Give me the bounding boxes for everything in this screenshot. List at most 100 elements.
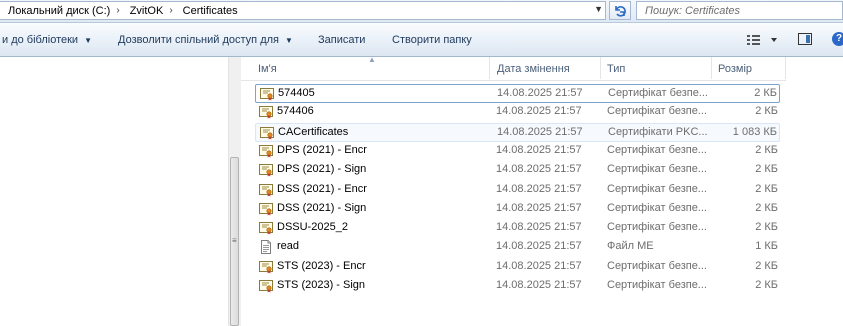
- share-with-label: Дозволити спільний доступ для: [118, 34, 279, 46]
- file-name: DPS (2021) - Encr: [277, 143, 367, 156]
- file-type: Сертифікат безпе...: [607, 105, 707, 118]
- breadcrumb-separator-icon[interactable]: ›: [167, 5, 174, 16]
- file-name: DPS (2021) - Sign: [277, 163, 367, 176]
- file-row[interactable]: DSSU-2025_2 14.08.2025 21:57 Сертифікат бе…: [255, 219, 780, 238]
- nav-scrollbar[interactable]: ≡: [228, 57, 241, 326]
- file-name: STS (2023) - Encr: [277, 259, 366, 272]
- file-type: Сертифікати PKC...: [608, 125, 708, 138]
- file-row[interactable]: STS (2023) - Encr 14.08.2025 21:57 Сертифі…: [255, 258, 780, 277]
- file-name: STS (2023) - Sign: [277, 279, 366, 291]
- file-size: 2 КБ: [755, 201, 778, 214]
- refresh-icon: [615, 5, 626, 17]
- file-date-modified: 14.08.2025 21:57: [497, 125, 583, 138]
- file-size: 2 КБ: [755, 163, 778, 176]
- certificate-icon: [260, 126, 274, 140]
- file-name: read: [277, 240, 300, 253]
- file-name: CACertificates: [278, 125, 349, 138]
- file-type: Сертифікат безпе...: [607, 279, 707, 291]
- navigation-pane[interactable]: [0, 57, 228, 326]
- file-row[interactable]: CACertificates 14.08.2025 21:57 Сертифікат…: [255, 122, 780, 142]
- file-size: 1 083 КБ: [732, 125, 777, 138]
- file-name: 574405: [278, 87, 315, 99]
- burn-button[interactable]: Записати: [318, 32, 365, 48]
- grip-icon: ≡: [232, 236, 237, 245]
- file-date-modified: 14.08.2025 21:57: [496, 182, 582, 195]
- file-row[interactable]: 574405 14.08.2025 21:57 Сертифікат безпе..…: [255, 84, 780, 103]
- include-in-library-label: и до бібліотеки: [2, 34, 79, 46]
- file-row[interactable]: read 14.08.2025 21:57 Файл ME 1 КБ: [255, 238, 780, 257]
- certificate-icon: [259, 183, 273, 197]
- column-headers: ▲ Ім'я Дата змінення Тип Розмір: [241, 55, 786, 81]
- sort-ascending-icon: ▲: [368, 55, 376, 64]
- certificate-icon: [259, 221, 273, 235]
- column-header-date[interactable]: Дата змінення: [497, 62, 570, 76]
- file-row[interactable]: DSS (2021) - Sign 14.08.2025 21:57 Сертифі…: [255, 200, 780, 219]
- search-box[interactable]: [636, 1, 843, 20]
- search-input[interactable]: [645, 3, 835, 18]
- file-type: Файл ME: [607, 240, 654, 253]
- file-row[interactable]: DSS (2021) - Encr 14.08.2025 21:57 Сертифі…: [255, 181, 780, 200]
- share-with-button[interactable]: Дозволити спільний доступ для ▼: [118, 32, 293, 48]
- certificate-icon: [259, 144, 273, 158]
- file-date-modified: 14.08.2025 21:57: [496, 143, 582, 156]
- view-details-icon: [747, 35, 777, 45]
- breadcrumb-certificates[interactable]: Certificates: [175, 5, 242, 17]
- file-name: 574406: [277, 105, 314, 118]
- file-date-modified: 14.08.2025 21:57: [496, 201, 582, 214]
- refresh-button[interactable]: [609, 1, 631, 20]
- file-name: DSSU-2025_2: [277, 221, 348, 234]
- file-name: DSS (2021) - Sign: [277, 201, 367, 214]
- certificate-icon: [259, 202, 273, 216]
- file-row[interactable]: DPS (2021) - Sign 14.08.2025 21:57 Сертифі…: [255, 161, 780, 180]
- file-size: 2 КБ: [755, 105, 778, 118]
- file-type: Сертифікат безпе...: [607, 259, 707, 272]
- file-date-modified: 14.08.2025 21:57: [496, 221, 582, 234]
- address-bar: Локальний диск (C:) › ZvitOK › Certifica…: [0, 0, 843, 23]
- help-icon[interactable]: ?: [832, 32, 843, 46]
- breadcrumb[interactable]: Локальний диск (C:) › ZvitOK › Certifica…: [0, 1, 606, 20]
- file-date-modified: 14.08.2025 21:57: [496, 259, 582, 272]
- scrollbar-thumb[interactable]: ≡: [230, 157, 239, 326]
- file-size: 1 КБ: [755, 240, 778, 253]
- file-row[interactable]: STS (2023) - Sign 14.08.2025 21:57 Сертифі…: [255, 277, 780, 296]
- column-divider[interactable]: [711, 57, 712, 79]
- file-date-modified: 14.08.2025 21:57: [496, 105, 582, 118]
- document-icon: [259, 240, 273, 255]
- breadcrumb-separator-icon[interactable]: ›: [114, 5, 121, 16]
- column-header-type[interactable]: Тип: [607, 62, 625, 76]
- file-size: 2 КБ: [755, 259, 778, 272]
- file-type: Сертифікат безпе...: [607, 182, 707, 195]
- file-date-modified: 14.08.2025 21:57: [497, 87, 583, 99]
- file-size: 2 КБ: [754, 87, 777, 99]
- breadcrumb-zvitok[interactable]: ZvitOK: [122, 5, 168, 17]
- file-name: DSS (2021) - Encr: [277, 182, 367, 195]
- file-type: Сертифікат безпе...: [607, 163, 707, 176]
- file-date-modified: 14.08.2025 21:57: [496, 240, 582, 253]
- file-size: 2 КБ: [755, 279, 778, 291]
- column-header-name[interactable]: Ім'я: [258, 62, 277, 76]
- file-type: Сертифікат безпе...: [607, 221, 707, 234]
- column-header-size[interactable]: Розмір: [718, 62, 752, 76]
- preview-pane-button[interactable]: [798, 33, 812, 45]
- breadcrumb-local-disk[interactable]: Локальний диск (C:): [0, 5, 114, 17]
- column-divider[interactable]: [489, 57, 490, 79]
- chevron-down-icon[interactable]: ▼: [594, 4, 603, 14]
- certificate-icon: [259, 260, 273, 274]
- chevron-down-icon: ▼: [84, 36, 92, 45]
- file-list[interactable]: ▲ Ім'я Дата змінення Тип Розмір 574405 14…: [241, 55, 843, 326]
- command-bar: и до бібліотеки ▼ Дозволити спільний дост…: [0, 23, 843, 57]
- column-divider[interactable]: [785, 57, 786, 79]
- file-row[interactable]: DPS (2021) - Encr 14.08.2025 21:57 Сертифі…: [255, 142, 780, 161]
- file-size: 2 КБ: [755, 143, 778, 156]
- file-row[interactable]: 574406 14.08.2025 21:57 Сертифікат безпе..…: [255, 103, 780, 122]
- change-view-button[interactable]: [746, 34, 782, 49]
- file-size: 2 КБ: [755, 182, 778, 195]
- certificate-icon: [259, 279, 273, 293]
- file-type: Сертифікат безпе...: [608, 87, 708, 99]
- new-folder-button[interactable]: Створити папку: [392, 32, 472, 48]
- file-date-modified: 14.08.2025 21:57: [496, 279, 582, 291]
- file-size: 2 КБ: [755, 221, 778, 234]
- include-in-library-button[interactable]: и до бібліотеки ▼: [2, 32, 92, 48]
- chevron-down-icon: ▼: [284, 36, 293, 45]
- column-divider[interactable]: [600, 57, 601, 79]
